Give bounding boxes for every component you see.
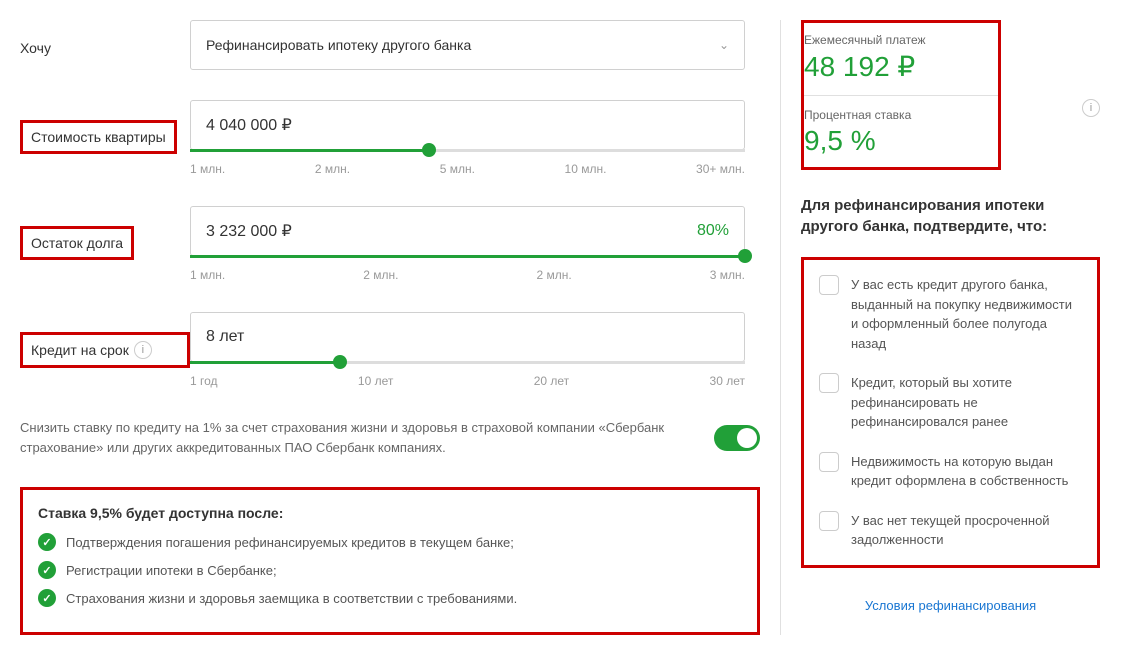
cost-slider[interactable]: 1 млн. 2 млн. 5 млн. 10 млн. 30+ млн. xyxy=(190,149,745,176)
cost-value: 4 040 000 ₽ xyxy=(206,115,292,135)
slider-thumb[interactable] xyxy=(333,355,347,369)
debt-label: Остаток долга xyxy=(20,226,134,260)
summary-panel: Ежемесячный платеж 48 192 ₽ Процентная с… xyxy=(780,20,1120,635)
rate-label: Процентная ставка xyxy=(804,108,998,122)
cost-label: Стоимость квартиры xyxy=(20,120,177,154)
checklist-item: Недвижимость на которую выдан кредит офо… xyxy=(819,452,1082,491)
want-value: Рефинансировать ипотеку другого банка xyxy=(206,37,471,53)
debt-ticks: 1 млн. 2 млн. 2 млн. 3 млн. xyxy=(190,268,745,282)
rate-title: Ставка 9,5% будет доступна после: xyxy=(38,505,742,521)
rate-item: ✓ Страхования жизни и здоровья заемщика … xyxy=(38,589,742,607)
debt-pct: 80% xyxy=(697,222,729,240)
check-icon: ✓ xyxy=(38,589,56,607)
checklist-item: У вас есть кредит другого банка, выданны… xyxy=(819,275,1082,353)
terms-link[interactable]: Условия рефинансирования xyxy=(801,598,1100,613)
check-icon: ✓ xyxy=(38,533,56,551)
toggle-knob xyxy=(737,428,757,448)
debt-value: 3 232 000 ₽ xyxy=(206,221,292,241)
checkbox[interactable] xyxy=(819,373,839,393)
check-icon: ✓ xyxy=(38,561,56,579)
checklist-item: У вас нет текущей просроченной задолженн… xyxy=(819,511,1082,550)
want-label: Хочу xyxy=(20,20,190,56)
confirm-title: Для рефинансирования ипотеки другого бан… xyxy=(801,195,1100,237)
cost-input[interactable]: 4 040 000 ₽ xyxy=(190,100,745,150)
checkbox[interactable] xyxy=(819,452,839,472)
checkbox[interactable] xyxy=(819,511,839,531)
checkbox[interactable] xyxy=(819,275,839,295)
rate-item: ✓ Подтверждения погашения рефинансируемы… xyxy=(38,533,742,551)
calculator-form: Хочу Рефинансировать ипотеку другого бан… xyxy=(0,20,780,635)
slider-thumb[interactable] xyxy=(422,143,436,157)
payment-label: Ежемесячный платеж xyxy=(804,33,998,47)
rate-value: 9,5 % xyxy=(804,125,998,157)
term-ticks: 1 год 10 лет 20 лет 30 лет xyxy=(190,374,745,388)
term-input[interactable]: 8 лет xyxy=(190,312,745,362)
slider-thumb[interactable] xyxy=(738,249,752,263)
info-icon[interactable]: i xyxy=(134,341,152,359)
debt-slider[interactable]: 1 млн. 2 млн. 2 млн. 3 млн. xyxy=(190,255,745,282)
want-select[interactable]: Рефинансировать ипотеку другого банка ⌄ xyxy=(190,20,745,70)
chevron-down-icon: ⌄ xyxy=(719,38,729,52)
cost-ticks: 1 млн. 2 млн. 5 млн. 10 млн. 30+ млн. xyxy=(190,162,745,176)
term-slider[interactable]: 1 год 10 лет 20 лет 30 лет xyxy=(190,361,745,388)
insurance-text: Снизить ставку по кредиту на 1% за счет … xyxy=(20,418,694,457)
term-label: Кредит на срок xyxy=(31,342,129,358)
rate-conditions-box: Ставка 9,5% будет доступна после: ✓ Подт… xyxy=(20,487,760,635)
payment-value: 48 192 ₽ xyxy=(804,50,998,83)
insurance-toggle[interactable] xyxy=(714,425,760,451)
rate-item: ✓ Регистрации ипотеки в Сбербанке; xyxy=(38,561,742,579)
term-value: 8 лет xyxy=(206,328,244,346)
summary-box: Ежемесячный платеж 48 192 ₽ Процентная с… xyxy=(801,20,1001,170)
info-icon[interactable]: i xyxy=(1082,99,1100,117)
debt-input[interactable]: 3 232 000 ₽ 80% xyxy=(190,206,745,256)
checklist-box: У вас есть кредит другого банка, выданны… xyxy=(801,257,1100,568)
checklist-item: Кредит, который вы хотите рефинансироват… xyxy=(819,373,1082,432)
